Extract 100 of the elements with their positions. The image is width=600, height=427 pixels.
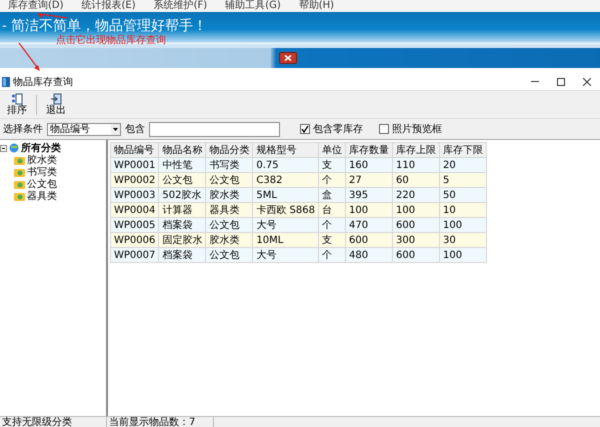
folder-icon	[14, 168, 25, 176]
table-cell: WP0007	[110, 248, 159, 262]
condition-dropdown[interactable]: 物品编号	[47, 122, 121, 136]
table-cell: 支	[318, 232, 346, 248]
table-cell: 胶水类	[206, 232, 253, 248]
caret-icon	[111, 124, 120, 134]
table-cell: 600	[346, 232, 392, 248]
slogan: - 简洁不简单，物品管理好帮手！	[2, 19, 208, 33]
table-cell: 计算器	[158, 202, 206, 218]
column-header[interactable]: 单位	[318, 142, 346, 158]
column-header[interactable]: 物品名称	[158, 142, 206, 158]
tree-item[interactable]: 书写类	[27, 165, 57, 179]
table-cell: 100	[392, 202, 440, 218]
table-cell: 27	[346, 172, 392, 188]
table-cell: 台	[318, 202, 346, 218]
window-icon	[2, 76, 10, 86]
menu-item[interactable]: 帮助(H)	[298, 0, 334, 12]
maximize-icon	[557, 78, 565, 86]
table-cell: 502胶水	[158, 188, 206, 202]
table-cell: 大号	[252, 218, 318, 232]
tree-item[interactable]: 器具类	[27, 189, 57, 203]
table-cell: 100	[346, 202, 392, 218]
arrow	[36, 12, 68, 19]
tree-item[interactable]: 所有分类	[21, 141, 61, 155]
table-cell: 20	[440, 158, 486, 172]
table-cell: 固定胶水	[158, 232, 206, 248]
table-cell: 公文包	[206, 218, 253, 232]
contains-label: 包含	[125, 122, 145, 136]
table-cell: WP0005	[110, 218, 159, 232]
table-cell: 600	[392, 218, 440, 232]
table-cell: WP0006	[110, 232, 159, 248]
table-cell: WP0002	[110, 172, 159, 188]
table-cell: 档案袋	[158, 248, 206, 262]
annotation-text: 点击它出现物品库存查询	[56, 34, 166, 47]
table-cell: WP0003	[110, 188, 159, 202]
table-cell: 胶水类	[206, 188, 253, 202]
checkbox[interactable]: 包含零库存	[300, 122, 363, 136]
close-icon	[284, 55, 292, 61]
status-text: 当前显示物品数：7	[107, 417, 214, 427]
table-cell: 公文包	[206, 248, 253, 262]
table-cell: 100	[440, 248, 486, 262]
table-cell: 0.75	[252, 158, 318, 172]
column-header[interactable]: 库存下限	[440, 142, 486, 158]
table-cell: 470	[346, 218, 392, 232]
search-field[interactable]	[149, 122, 280, 136]
column-header[interactable]: 库存数量	[346, 142, 392, 158]
table-cell: 个	[318, 172, 346, 188]
tree-item[interactable]: 胶水类	[27, 153, 57, 167]
table-cell: 50	[440, 188, 486, 202]
table-cell: 100	[440, 218, 486, 232]
table-cell: 160	[346, 158, 392, 172]
table-cell: 大号	[252, 248, 318, 262]
table-cell: 60	[392, 172, 440, 188]
collapse-icon[interactable]	[0, 144, 7, 152]
table-cell: 支	[318, 158, 346, 172]
close-button[interactable]	[279, 52, 297, 64]
close-icon	[583, 78, 591, 86]
table-cell: 档案袋	[158, 218, 206, 232]
column-header[interactable]: 物品分类	[206, 142, 253, 158]
window-title: 物品库存查询	[13, 76, 73, 88]
table-cell: 10	[440, 202, 486, 218]
table-cell: 600	[392, 248, 440, 262]
table-cell: 300	[392, 232, 440, 248]
table-cell: 书写类	[206, 158, 253, 172]
filter-label: 选择条件	[3, 122, 43, 136]
table-cell: 5ML	[252, 188, 318, 202]
table-cell: C382	[252, 172, 318, 188]
table-cell: 480	[346, 248, 392, 262]
column-header[interactable]: 规格型号	[252, 142, 318, 158]
table-cell: 中性笔	[158, 158, 206, 172]
table-cell: 5	[440, 172, 486, 188]
globe-icon	[9, 143, 19, 153]
table-cell: WP0004	[110, 202, 159, 218]
table-cell: 395	[346, 188, 392, 202]
table-cell: WP0001	[110, 158, 159, 172]
status-text: 支持无限级分类	[0, 417, 107, 427]
folder-icon	[14, 180, 25, 188]
sort-button[interactable]: 排序	[4, 93, 30, 116]
table-cell: 10ML	[252, 232, 318, 248]
table-cell: 器具类	[206, 202, 253, 218]
folder-icon	[14, 156, 25, 164]
table-cell: 个	[318, 248, 346, 262]
table-cell: 个	[318, 218, 346, 232]
menu-item[interactable]: 辅助工具(G)	[225, 0, 281, 12]
column-header[interactable]: 物品编号	[110, 142, 159, 158]
checkbox[interactable]: 照片预览框	[379, 122, 442, 136]
table-cell: 盒	[318, 188, 346, 202]
table-cell: 公文包	[158, 172, 206, 188]
minimize-icon	[531, 81, 539, 82]
table-cell: 公文包	[206, 172, 253, 188]
table-cell: 110	[392, 158, 440, 172]
sort-icon	[11, 93, 23, 105]
exit-button[interactable]: 退出	[43, 93, 69, 116]
arrow	[18, 42, 42, 72]
column-header[interactable]: 库存上限	[392, 142, 440, 158]
folder-icon	[14, 192, 25, 200]
table-cell: 30	[440, 232, 486, 248]
table-cell: 220	[392, 188, 440, 202]
table-cell: 卡西欧 S868	[252, 202, 318, 218]
tree-item[interactable]: 公文包	[27, 177, 57, 191]
